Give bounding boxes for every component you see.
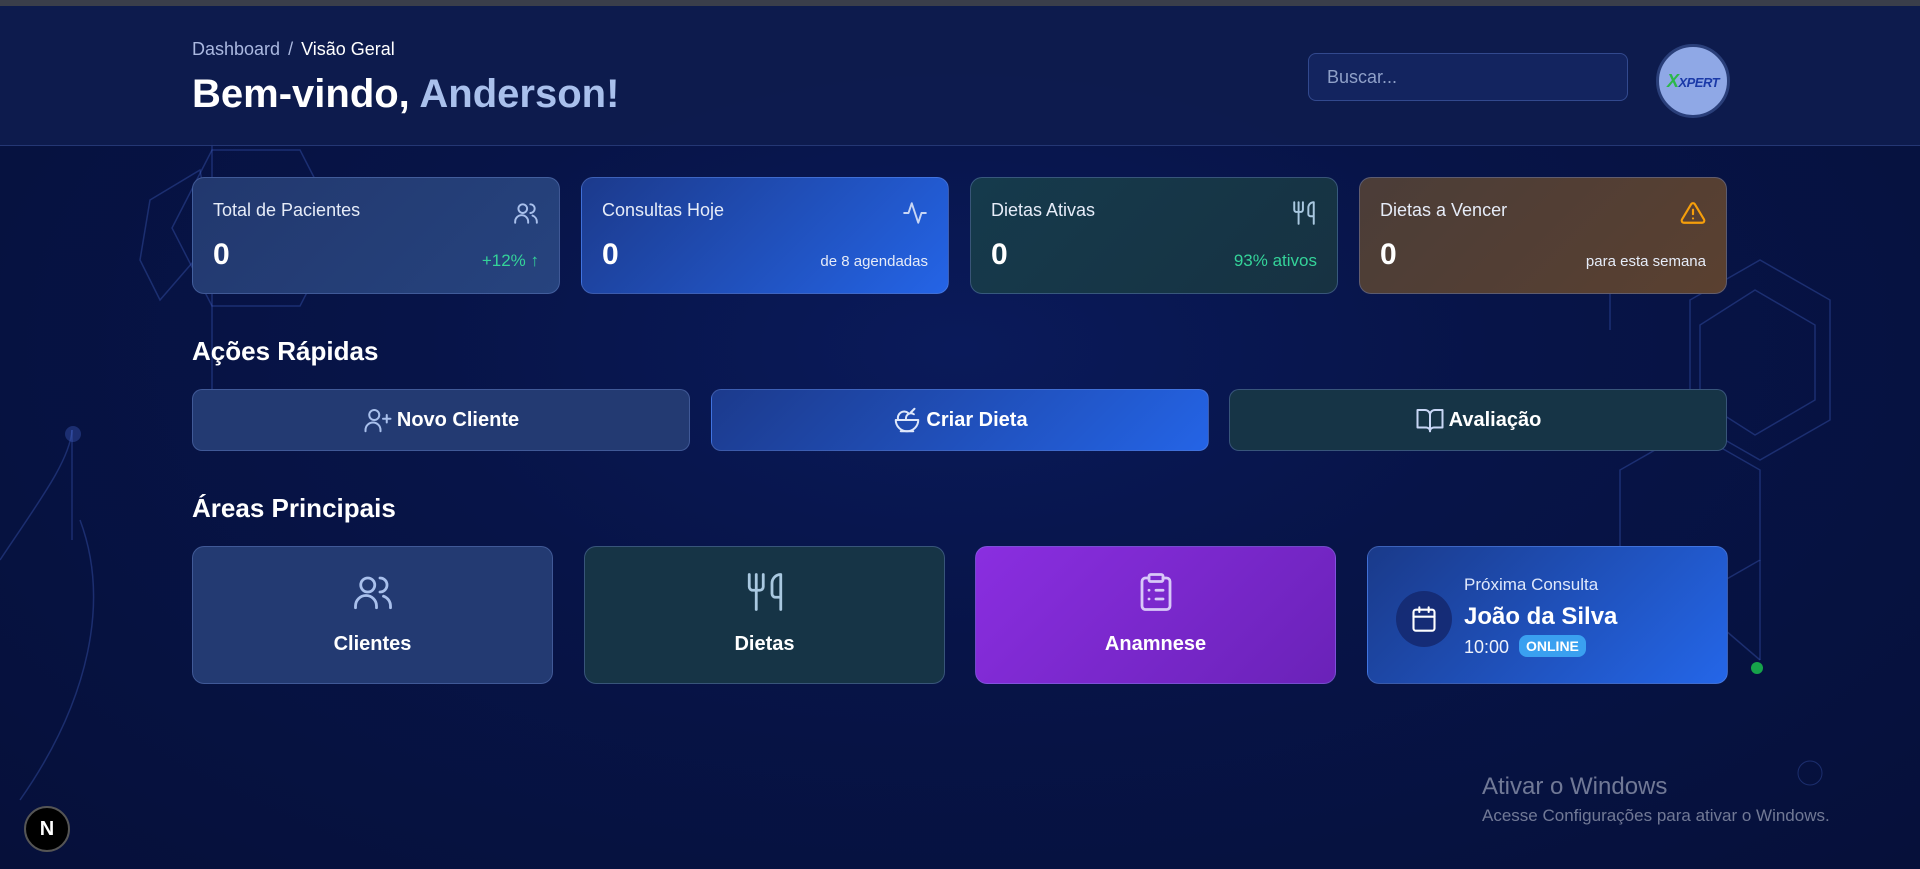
breadcrumb: Dashboard / Visão Geral — [192, 39, 395, 60]
evaluation-button[interactable]: Avaliação — [1229, 389, 1727, 451]
stat-value: 0 — [213, 238, 230, 271]
stat-card-dietas-a-vencer: Dietas a Vencer 0 para esta semana — [1359, 177, 1727, 294]
stat-card-dietas-ativas: Dietas Ativas 0 93% ativos — [970, 177, 1338, 294]
new-client-label: Novo Cliente — [396, 408, 520, 431]
breadcrumb-separator: / — [288, 39, 294, 59]
calendar-icon — [1412, 606, 1436, 632]
utensils-icon — [1293, 201, 1315, 225]
area-label: Anamnese — [1104, 633, 1207, 655]
salad-icon — [895, 407, 920, 433]
utensils-icon — [747, 573, 782, 611]
stat-trend: 93% ativos — [1233, 251, 1317, 270]
welcome-user-name: Anderson! — [419, 72, 620, 116]
stat-note: para esta semana — [1585, 253, 1706, 270]
stat-label: Dietas a Vencer — [1380, 200, 1508, 220]
stat-card-total-pacientes: Total de Pacientes 0 +12% ↑ — [192, 177, 560, 294]
welcome-prefix: Bem-vindo, — [192, 72, 420, 116]
stat-note: de 8 agendadas — [820, 253, 928, 270]
avatar-logo-text: XXPERT — [1666, 70, 1720, 91]
top-header: Dashboard / Visão Geral Bem-vindo, Anderso… — [0, 6, 1920, 146]
calendar-icon-wrapper — [1396, 591, 1452, 647]
activity-icon — [903, 202, 927, 224]
area-card-clientes[interactable]: Clientes — [192, 546, 553, 684]
area-card-dietas[interactable]: Dietas — [584, 546, 945, 684]
next-consultation-label: Próxima Consulta — [1464, 575, 1599, 594]
main-areas-title: Áreas Principais — [192, 493, 396, 523]
book-open-icon — [1416, 409, 1444, 433]
dev-tools-badge[interactable]: N — [24, 806, 70, 852]
stat-label: Total de Pacientes — [213, 200, 361, 220]
stat-label: Dietas Ativas — [991, 200, 1096, 220]
area-label: Dietas — [734, 633, 795, 655]
user-plus-icon — [364, 409, 392, 433]
area-card-anamnese[interactable]: Anamnese — [975, 546, 1336, 684]
clipboard-icon — [1140, 573, 1171, 611]
create-diet-label: Criar Dieta — [926, 408, 1028, 431]
search-input[interactable] — [1308, 53, 1628, 101]
breadcrumb-root[interactable]: Dashboard — [192, 39, 280, 59]
page-title: Bem-vindo, Anderson! — [192, 72, 619, 117]
stat-trend: +12% ↑ — [481, 251, 539, 270]
windows-activation-subtitle: Acesse Configurações para ativar o Windo… — [1482, 806, 1830, 825]
next-consultation-patient: João da Silva — [1464, 603, 1618, 630]
evaluation-label: Avaliação — [1448, 408, 1542, 431]
stat-value: 0 — [991, 238, 1008, 271]
users-icon — [353, 576, 392, 610]
next-consultation-card[interactable]: Próxima Consulta João da Silva 10:00 ONL… — [1367, 546, 1728, 684]
stat-value: 0 — [602, 238, 619, 271]
area-label: Clientes — [333, 633, 412, 655]
stat-value: 0 — [1380, 238, 1397, 271]
stat-card-consultas-hoje: Consultas Hoje 0 de 8 agendadas — [581, 177, 949, 294]
new-client-button[interactable]: Novo Cliente — [192, 389, 690, 451]
status-badge: ONLINE — [1519, 635, 1586, 657]
next-consultation-time: 10:00 — [1464, 637, 1510, 657]
avatar[interactable]: XXPERT — [1656, 44, 1730, 118]
warning-icon — [1680, 202, 1706, 224]
quick-actions-title: Ações Rápidas — [192, 336, 379, 366]
breadcrumb-current: Visão Geral — [301, 39, 395, 59]
users-icon — [514, 203, 538, 224]
stat-label: Consultas Hoje — [602, 200, 725, 220]
windows-activation-title: Ativar o Windows — [1482, 773, 1668, 800]
create-diet-button[interactable]: Criar Dieta — [711, 389, 1209, 451]
